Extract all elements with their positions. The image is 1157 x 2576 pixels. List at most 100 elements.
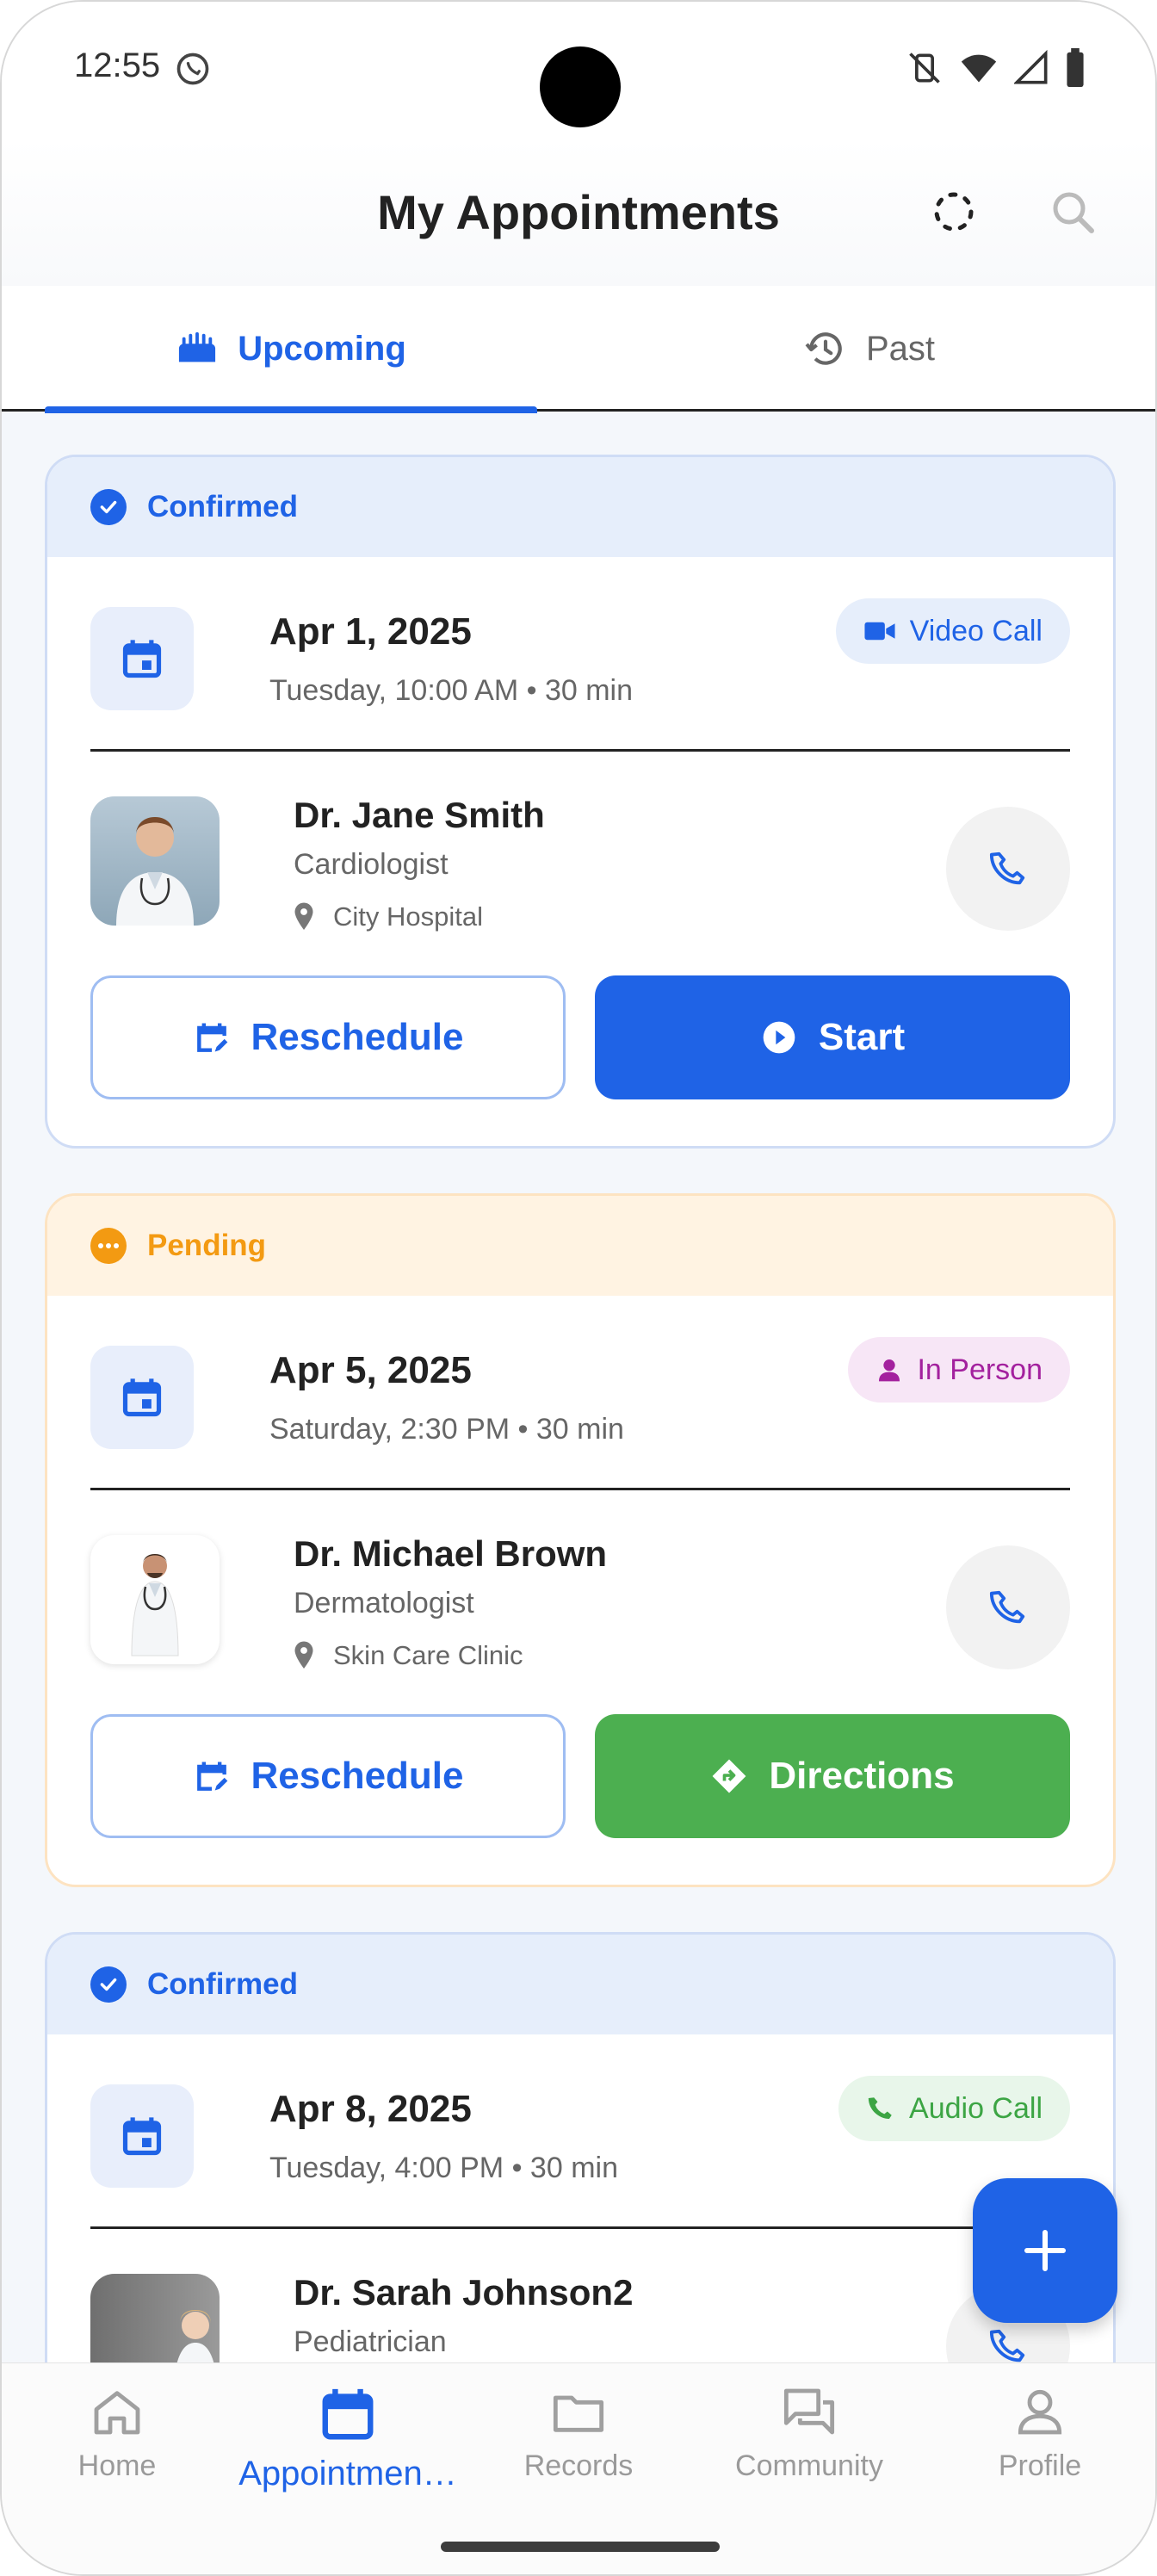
person-icon	[1018, 2389, 1062, 2435]
battery-icon	[1067, 48, 1084, 88]
reschedule-button[interactable]: Reschedule	[90, 975, 566, 1099]
nav-label-profile: Profile	[998, 2449, 1082, 2482]
check-circle-icon	[90, 1966, 127, 2003]
type-label: Audio Call	[909, 2091, 1043, 2125]
status-header: Pending	[47, 1196, 1113, 1296]
status-label: Pending	[147, 1229, 267, 1262]
calendar-icon	[90, 1346, 194, 1449]
start-button[interactable]: Start	[595, 975, 1070, 1099]
status-header: Confirmed	[47, 457, 1113, 557]
folder-icon	[553, 2395, 604, 2432]
videocam-icon	[864, 622, 895, 641]
type-badge: Audio Call	[838, 2076, 1070, 2141]
doctor-avatar	[90, 796, 220, 926]
home-gesture-bar[interactable]	[441, 2542, 720, 2552]
vibrate-off-icon	[909, 53, 940, 84]
type-label: In Person	[917, 1353, 1043, 1386]
appointment-card[interactable]: Confirmed Apr 1, 2025 Tuesday, 10:00 AM …	[45, 455, 1116, 1149]
phone-icon	[989, 851, 1025, 885]
date-row: Apr 5, 2025 Saturday, 2:30 PM • 30 min I…	[90, 1296, 1070, 1490]
appointment-card[interactable]: Confirmed Apr 8, 2025 Tuesday, 4:00 PM •…	[45, 1932, 1116, 2414]
directions-button[interactable]: Directions	[595, 1714, 1070, 1838]
appointment-date: Apr 5, 2025	[269, 1349, 472, 1391]
tab-upcoming[interactable]: Upcoming	[2, 286, 580, 413]
chat-icon	[783, 2388, 835, 2435]
calendar-icon	[90, 607, 194, 710]
nav-item-records[interactable]: Records	[463, 2384, 694, 2522]
page-title: My Appointments	[377, 185, 780, 239]
calendar-icon	[322, 2388, 374, 2440]
person-icon	[879, 1359, 900, 1382]
check-circle-icon	[90, 489, 127, 525]
app-bar: My Appointments	[2, 139, 1155, 286]
edit-calendar-icon	[196, 1762, 227, 1791]
phone-icon	[989, 1590, 1025, 1624]
doctor-avatar	[90, 1535, 220, 1664]
status-bar: 12:55	[2, 2, 1155, 139]
directions-icon	[712, 1759, 746, 1793]
doctor-name: Dr. Jane Smith	[294, 795, 545, 835]
tab-upcoming-label: Upcoming	[238, 329, 406, 368]
status-header: Confirmed	[47, 1935, 1113, 2034]
doctor-row: Dr. Michael Brown Dermatologist Skin Car…	[90, 1490, 1070, 1714]
nav-label-records: Records	[523, 2449, 634, 2482]
upcoming-icon	[179, 331, 216, 362]
loading-spinner-icon[interactable]	[926, 184, 981, 239]
appointment-date: Apr 1, 2025	[269, 610, 472, 653]
doctor-specialty: Dermatologist	[294, 1587, 474, 1619]
type-badge: In Person	[848, 1337, 1070, 1403]
doctor-row: Dr. Jane Smith Cardiologist City Hospita…	[90, 752, 1070, 975]
status-label: Confirmed	[147, 1967, 298, 2001]
appointment-time: Tuesday, 4:00 PM • 30 min	[269, 2152, 618, 2184]
phone-icon	[868, 2097, 892, 2120]
active-tab-indicator	[45, 406, 537, 413]
directions-label: Directions	[769, 1755, 955, 1797]
type-label: Video Call	[909, 614, 1043, 647]
reschedule-button[interactable]: Reschedule	[90, 1714, 566, 1838]
doctor-location: Skin Care Clinic	[294, 1640, 523, 1671]
location-pin-icon	[294, 1641, 313, 1669]
reschedule-label: Reschedule	[251, 1755, 464, 1797]
actions-row: Reschedule Start	[90, 975, 1070, 1146]
history-icon	[805, 332, 842, 365]
location-label: City Hospital	[333, 901, 483, 932]
start-label: Start	[818, 1016, 906, 1058]
nav-label-community: Community	[735, 2449, 883, 2482]
location-pin-icon	[294, 902, 313, 930]
search-icon[interactable]	[1045, 184, 1100, 239]
call-button[interactable]	[946, 1545, 1070, 1669]
doctor-name: Dr. Michael Brown	[294, 1533, 608, 1574]
nav-item-community[interactable]: Community	[694, 2384, 925, 2522]
appointment-date: Apr 8, 2025	[269, 2088, 472, 2130]
nav-label-appointments: Appointmen…	[238, 2455, 457, 2492]
appointment-card[interactable]: Pending Apr 5, 2025 Saturday, 2:30 PM • …	[45, 1193, 1116, 1887]
type-badge: Video Call	[835, 598, 1070, 664]
status-time: 12:55	[74, 46, 161, 84]
nav-item-home[interactable]: Home	[2, 2384, 232, 2522]
calendar-icon	[90, 2084, 194, 2188]
actions-row: Reschedule Directions	[90, 1714, 1070, 1885]
doctor-specialty: Cardiologist	[294, 848, 449, 881]
nav-label-home: Home	[77, 2449, 157, 2482]
date-row: Apr 8, 2025 Tuesday, 4:00 PM • 30 min Au…	[90, 2034, 1070, 2229]
nav-item-profile[interactable]: Profile	[925, 2384, 1155, 2522]
play-circle-icon	[763, 1021, 795, 1054]
home-icon	[94, 2391, 140, 2435]
more-horiz-icon	[90, 1228, 127, 1264]
edit-calendar-icon	[196, 1023, 227, 1052]
whatsapp-icon	[176, 53, 209, 85]
doctor-location: City Hospital	[294, 901, 483, 932]
appointment-tabs: Upcoming Past	[2, 286, 1155, 413]
tab-past[interactable]: Past	[580, 286, 1155, 412]
appointment-time: Tuesday, 10:00 AM • 30 min	[269, 674, 634, 707]
call-button[interactable]	[946, 807, 1070, 931]
location-label: Skin Care Clinic	[333, 1640, 523, 1670]
date-row: Apr 1, 2025 Tuesday, 10:00 AM • 30 min V…	[90, 557, 1070, 752]
tab-past-label: Past	[865, 329, 936, 368]
phone-icon	[989, 2329, 1025, 2362]
nav-item-appointments[interactable]: Appointmen…	[232, 2384, 463, 2522]
reschedule-label: Reschedule	[251, 1016, 464, 1058]
signal-icon	[1014, 49, 1048, 84]
doctor-specialty: Pediatrician	[294, 2325, 447, 2358]
add-appointment-button[interactable]	[973, 2178, 1117, 2323]
